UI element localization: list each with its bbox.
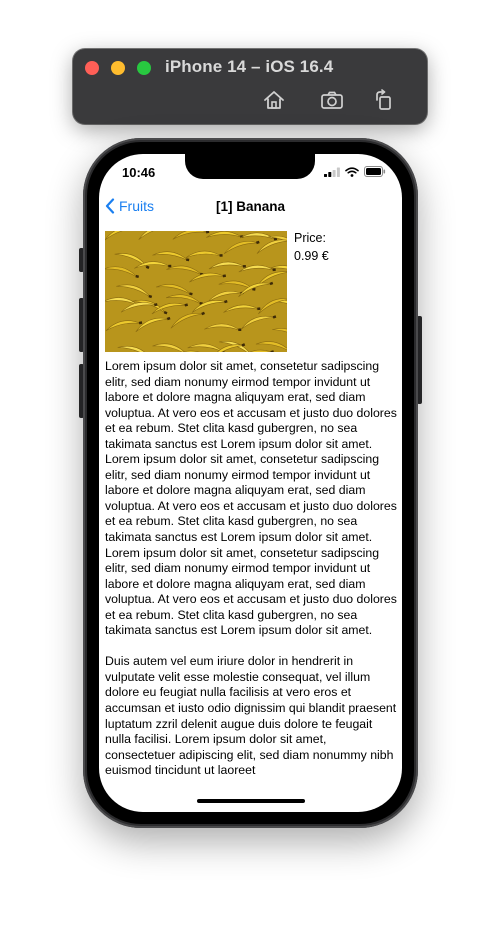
banana-pattern — [105, 231, 287, 352]
simulator-window: iPhone 14 – iOS 16.4 — [73, 49, 427, 124]
home-indicator[interactable] — [197, 799, 305, 803]
wifi-icon — [345, 166, 359, 177]
camera-icon — [321, 91, 343, 109]
rotate-button[interactable] — [372, 89, 396, 111]
zoom-window-button[interactable] — [137, 61, 151, 75]
price-label: Price: — [294, 231, 326, 245]
page-title: [1] Banana — [215, 199, 286, 214]
product-description: Lorem ipsum dolor sit amet, consetetur s… — [105, 359, 397, 794]
rotate-icon — [376, 89, 391, 110]
notch — [185, 154, 315, 179]
description-paragraph: Duis autem vel eum iriure dolor in hendr… — [105, 654, 397, 778]
status-icons — [324, 166, 386, 177]
home-icon — [264, 91, 284, 109]
simulator-stage: iPhone 14 – iOS 16.4 10:46 Fruits [1] Ba… — [0, 0, 500, 925]
banana-image — [105, 231, 287, 352]
cellular-icon — [324, 167, 340, 177]
status-time: 10:46 — [122, 165, 156, 180]
battery-icon — [364, 166, 386, 177]
description-paragraph: Lorem ipsum dolor sit amet, consetetur s… — [105, 359, 397, 638]
screenshot-button[interactable] — [320, 89, 344, 111]
phone-screen: 10:46 Fruits [1] Banana Price: 0.99 € Lo… — [99, 154, 402, 812]
simulator-title: iPhone 14 – iOS 16.4 — [165, 57, 334, 76]
close-window-button[interactable] — [85, 61, 99, 75]
home-button[interactable] — [262, 89, 286, 111]
minimize-window-button[interactable] — [111, 61, 125, 75]
price-value: 0.99 € — [294, 249, 329, 263]
